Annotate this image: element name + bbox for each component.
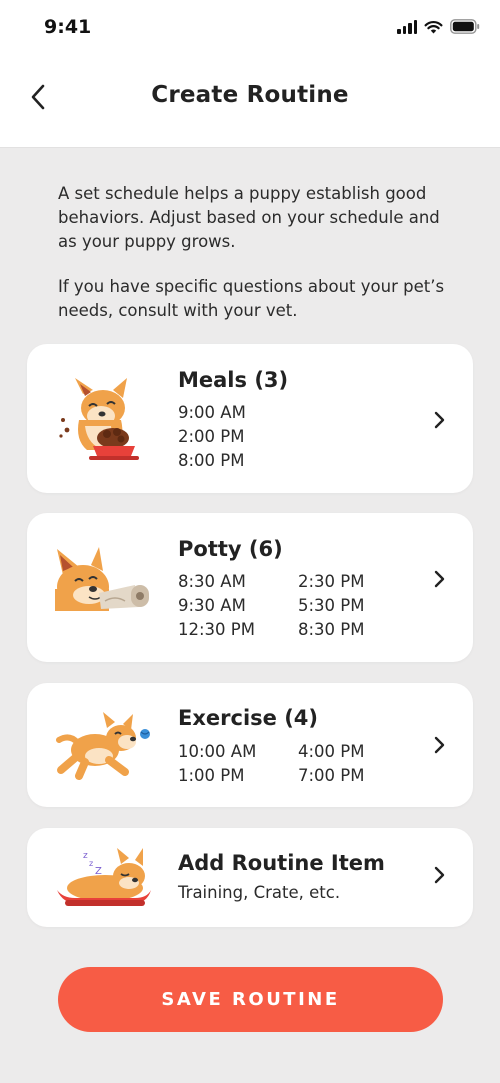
routine-time: 9:30 AM — [178, 596, 246, 615]
routine-time: 10:00 AM — [178, 742, 257, 761]
routine-times: 8:30 AM 2:30 PM 9:30 AM 5:30 PM 12:30 PM… — [178, 571, 408, 640]
add-routine-item-card[interactable]: z z Z Add Routine Item Training, Crate, … — [27, 828, 473, 927]
routine-title: Exercise (4) — [178, 706, 318, 730]
chevron-right-icon — [434, 411, 445, 429]
routine-time: 5:30 PM — [298, 596, 365, 615]
chevron-right-icon — [434, 570, 445, 588]
routine-time: 2:30 PM — [298, 572, 365, 591]
routine-card-meals[interactable]: Meals (3) 9:00 AM 2:00 PM 8:00 PM — [27, 344, 473, 493]
routine-time: 8:00 PM — [178, 451, 245, 470]
dog-toilet-paper-icon — [55, 547, 149, 611]
battery-icon — [450, 19, 480, 34]
routine-times: 9:00 AM 2:00 PM 8:00 PM — [178, 402, 298, 471]
intro-paragraph: A set schedule helps a puppy establish g… — [58, 184, 440, 251]
status-icons — [397, 19, 480, 34]
cellular-signal-icon — [397, 20, 417, 34]
add-routine-item-subtitle: Training, Crate, etc. — [178, 883, 341, 902]
add-routine-item-title: Add Routine Item — [178, 851, 385, 875]
routine-time: 1:00 PM — [178, 766, 245, 785]
routine-title: Potty (6) — [178, 537, 283, 561]
status-time: 9:41 — [44, 16, 92, 38]
top-bar: 9:41 Create Routine — [0, 0, 500, 148]
routine-card-exercise[interactable]: Exercise (4) 10:00 AM 4:00 PM 1:00 PM 7:… — [27, 683, 473, 807]
chevron-right-icon — [434, 866, 445, 884]
routine-card-potty[interactable]: Potty (6) 8:30 AM 2:30 PM 9:30 AM 5:30 P… — [27, 513, 473, 662]
save-routine-button[interactable]: SAVE ROUTINE — [58, 967, 443, 1032]
chevron-right-icon — [434, 736, 445, 754]
dog-sleeping-icon: z z Z — [57, 848, 151, 906]
wifi-icon — [424, 21, 443, 34]
vet-advice-paragraph: If you have specific questions about you… — [58, 277, 445, 320]
routine-times: 10:00 AM 4:00 PM 1:00 PM 7:00 PM — [178, 741, 408, 786]
routine-time: 2:00 PM — [178, 427, 245, 446]
routine-time: 8:30 AM — [178, 572, 246, 591]
page-title: Create Routine — [151, 82, 349, 108]
routine-time: 12:30 PM — [178, 620, 255, 639]
dog-eating-icon — [59, 378, 139, 460]
dog-running-icon — [56, 712, 150, 780]
svg-text:z: z — [83, 851, 88, 861]
svg-text:z: z — [89, 859, 93, 868]
routine-time: 9:00 AM — [178, 403, 246, 422]
routine-time: 7:00 PM — [298, 766, 365, 785]
routine-time: 8:30 PM — [298, 620, 365, 639]
routine-title: Meals (3) — [178, 368, 289, 392]
routine-time: 4:00 PM — [298, 742, 365, 761]
